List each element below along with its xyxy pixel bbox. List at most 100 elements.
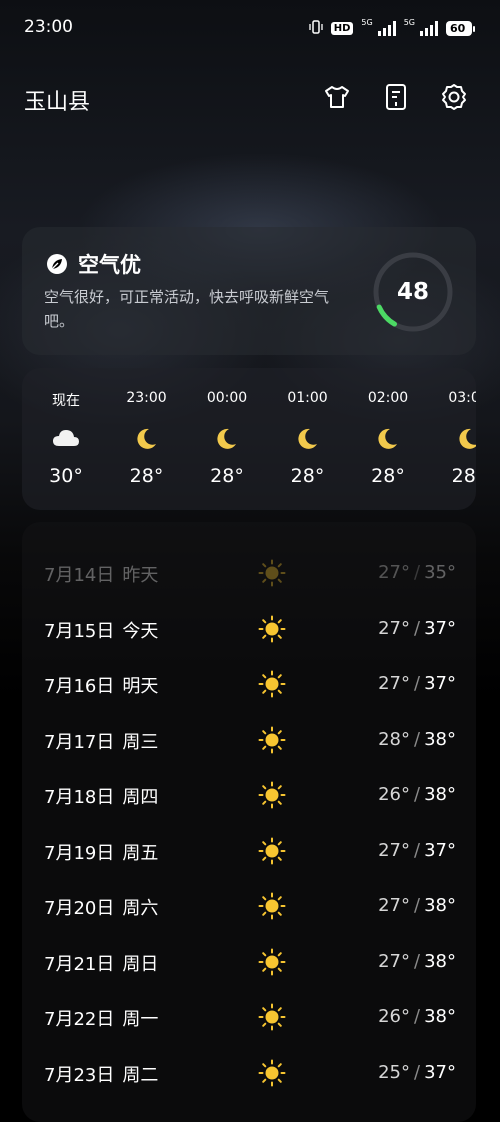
daily-temp-range: 27°/38° (378, 951, 456, 972)
daily-high: 38° (424, 950, 456, 972)
air-quality-card[interactable]: 空气优 空气很好，可正常活动，快去呼吸新鲜空气吧。 48 (22, 227, 476, 355)
sun-icon (258, 615, 286, 643)
daily-low: 25° (378, 1061, 411, 1083)
hourly-temp: 28° (129, 465, 164, 487)
daily-temp-range: 25°/37° (378, 1062, 456, 1083)
daily-low: 27° (378, 839, 411, 861)
daily-row[interactable]: 7月18日 周四 26°/38° (22, 768, 476, 824)
daily-forecast[interactable]: 7月14日 昨天 27°/35° 7月15日 今天 27°/37° 7月16日 明天 27°/3… (22, 522, 476, 1122)
moon-icon (132, 424, 162, 452)
moon-icon (212, 424, 242, 452)
daily-temp-range: 28°/38° (378, 729, 456, 750)
daily-day-label: 周二 (122, 1064, 159, 1086)
daily-date-text: 7月22日 (44, 1009, 115, 1030)
hourly-time: 00:00 (206, 390, 248, 406)
daily-row[interactable]: 7月22日 周一 26°/38° (22, 990, 476, 1046)
hd-badge: HD (330, 21, 354, 35)
air-quality-label: 空气优 (78, 253, 141, 277)
daily-low: 28° (378, 728, 411, 750)
daily-high: 38° (424, 784, 456, 805)
battery-icon: 60 (446, 20, 475, 36)
daily-row[interactable]: 7月21日 周日 27°/38° (22, 935, 476, 991)
daily-low: 26° (378, 784, 411, 805)
daily-row[interactable]: 7月23日 周二 25°/37° (22, 1046, 476, 1102)
daily-date: 7月19日 周五 (44, 839, 158, 865)
sun-icon (258, 948, 286, 976)
daily-high: 37° (424, 1061, 456, 1083)
daily-low: 27° (378, 562, 411, 583)
daily-date-text: 7月19日 (44, 842, 115, 864)
hourly-time: 01:00 (287, 390, 328, 406)
daily-high: 37° (424, 673, 456, 694)
signal-icon (377, 20, 396, 36)
daily-date-text: 7月15日 (44, 620, 115, 642)
daily-row[interactable]: 7月17日 周三 28°/38° (22, 713, 476, 769)
daily-high: 38° (424, 1006, 456, 1027)
hourly-time: 03:00 (448, 390, 476, 406)
hourly-item: 02:00 28° (348, 368, 428, 510)
hourly-time: 现在 (52, 393, 80, 409)
daily-row[interactable]: 7月15日 今天 27°/37° (22, 602, 476, 658)
daily-temp-range: 27°/37° (378, 618, 456, 639)
daily-date-text: 7月20日 (44, 898, 115, 919)
temp-separator: / (414, 839, 421, 861)
header: 玉山县 (0, 70, 500, 126)
hourly-item: 03:00 28° (429, 368, 476, 510)
hourly-temp: 30° (49, 465, 83, 487)
sun-icon (258, 670, 286, 698)
hourly-item: 00:00 28° (187, 368, 267, 510)
sun-icon (258, 726, 286, 754)
hourly-temp: 28° (210, 465, 244, 487)
daily-date-text: 7月18日 (44, 787, 115, 808)
temp-separator: / (414, 950, 421, 972)
sim2-label: 5G (403, 17, 415, 27)
temp-separator: / (414, 1061, 421, 1083)
daily-row[interactable]: 7月14日 昨天 27°/35° (22, 546, 476, 602)
daily-temp-range: 26°/38° (378, 784, 456, 805)
daily-temp-range: 27°/37° (378, 673, 456, 694)
daily-day-label: 周四 (122, 787, 159, 808)
daily-day-label: 周五 (122, 842, 159, 864)
tshirt-icon[interactable] (322, 82, 352, 112)
sun-icon (258, 1003, 286, 1031)
daily-date: 7月22日 周一 (44, 1005, 158, 1031)
daily-date: 7月16日 明天 (44, 672, 158, 698)
document-icon[interactable] (381, 82, 411, 112)
daily-date-text: 7月14日 (44, 565, 115, 586)
daily-date: 7月21日 周日 (44, 950, 158, 976)
hourly-item: 01:00 28° (268, 368, 348, 510)
daily-row[interactable]: 7月19日 周五 27°/37° (22, 824, 476, 880)
status-bar: 23:00 HD 5G 5G 60 (0, 0, 500, 56)
daily-temp-range: 27°/37° (378, 840, 456, 861)
daily-low: 27° (378, 673, 411, 694)
temp-separator: / (414, 728, 421, 750)
leaf-icon (47, 254, 67, 274)
hourly-temp: 28° (290, 465, 325, 487)
daily-day-label: 周六 (122, 898, 159, 919)
daily-high: 35° (424, 562, 456, 583)
daily-high: 38° (424, 895, 456, 916)
daily-day-label: 周一 (122, 1009, 159, 1030)
daily-row[interactable]: 7月20日 周六 27°/38° (22, 879, 476, 935)
daily-temp-range: 27°/35° (378, 562, 456, 583)
temp-separator: / (414, 562, 421, 583)
status-icons: HD 5G 5G 60 (309, 16, 475, 40)
daily-temp-range: 27°/38° (378, 895, 456, 916)
daily-high: 37° (424, 839, 456, 861)
sun-icon (258, 1059, 286, 1087)
sun-icon (258, 781, 286, 809)
daily-low: 27° (378, 617, 411, 639)
city-name[interactable]: 玉山县 (24, 84, 90, 116)
settings-icon[interactable] (439, 82, 469, 112)
temp-separator: / (414, 1006, 421, 1027)
daily-date: 7月15日 今天 (44, 617, 158, 643)
daily-day-label: 周三 (122, 731, 159, 753)
daily-row[interactable]: 7月16日 明天 27°/37° (22, 657, 476, 713)
moon-icon (454, 424, 476, 452)
hourly-temp: 28° (371, 465, 405, 487)
hourly-forecast[interactable]: 现在 30° 23:00 28° 00:00 28° 01:00 28° 02:00 28° 03:… (22, 368, 476, 510)
temp-separator: / (414, 673, 421, 694)
daily-high: 38° (424, 728, 456, 750)
hourly-temp: 28° (451, 465, 476, 487)
daily-date: 7月18日 周四 (44, 783, 158, 809)
